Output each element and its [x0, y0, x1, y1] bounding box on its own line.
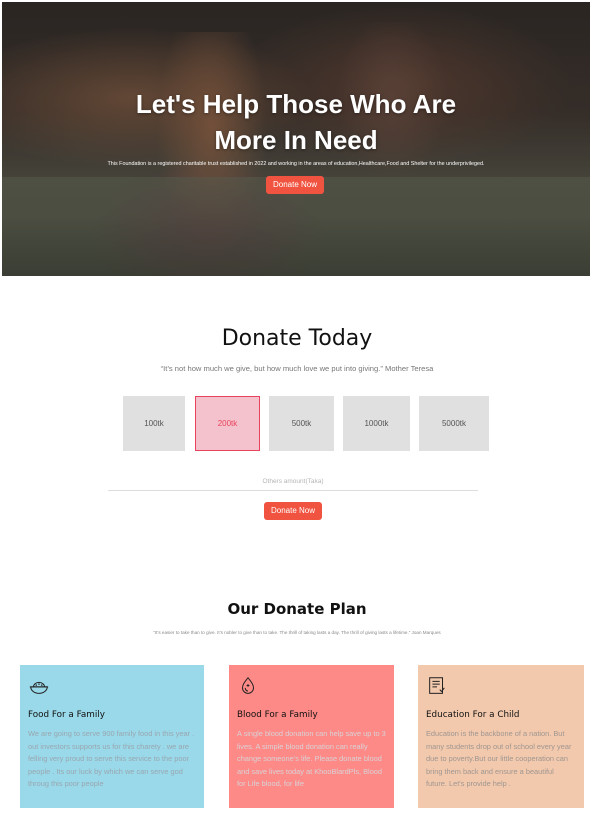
- other-amount-input[interactable]: [108, 473, 478, 491]
- amount-option-500[interactable]: 500tk: [269, 396, 334, 451]
- plan-card-title: Blood For a Family: [237, 710, 318, 720]
- donate-now-button[interactable]: Donate Now: [264, 502, 322, 520]
- hero-donate-button[interactable]: Donate Now: [266, 176, 324, 194]
- hero-title-line-1: Let's Help Those Who Are: [135, 89, 457, 119]
- education-book-icon: [429, 677, 445, 694]
- amount-option-100[interactable]: 100tk: [123, 396, 185, 451]
- hero-banner: Let's Help Those Who Are More In Need Th…: [2, 2, 590, 276]
- plan-card-food: Food For a Family We are going to serve …: [20, 665, 204, 808]
- plan-card-text: We are going to serve 900 family food in…: [28, 729, 195, 788]
- food-bowl-icon: [29, 681, 49, 694]
- donate-title: Donate Today: [221, 326, 373, 351]
- donate-quote: “It’s not how much we give, but how much…: [160, 364, 434, 373]
- blood-drop-icon: [241, 676, 255, 694]
- amount-option-1000[interactable]: 1000tk: [343, 396, 410, 451]
- hero-subtitle: This Foundation is a registered charitab…: [107, 161, 485, 167]
- plan-card-title: Food For a Family: [28, 710, 105, 720]
- hero-title: Let's Help Those Who Are More In Need: [2, 86, 590, 158]
- plan-card-text: Education is the backbone of a nation. B…: [426, 729, 572, 788]
- amount-option-5000[interactable]: 5000tk: [419, 396, 489, 451]
- plan-quote: “It’s easier to take than to give. It’s …: [153, 630, 441, 635]
- plan-card-blood: Blood For a Family A single blood donati…: [229, 665, 394, 808]
- hero-title-line-2: More In Need: [214, 125, 378, 155]
- plan-title: Our Donate Plan: [227, 600, 367, 618]
- plan-card-education: Education For a Child Education is the b…: [418, 665, 584, 808]
- plan-card-title: Education For a Child: [426, 710, 520, 720]
- amount-option-200[interactable]: 200tk: [195, 396, 260, 451]
- plan-card-text: A single blood donation can help save up…: [237, 729, 386, 788]
